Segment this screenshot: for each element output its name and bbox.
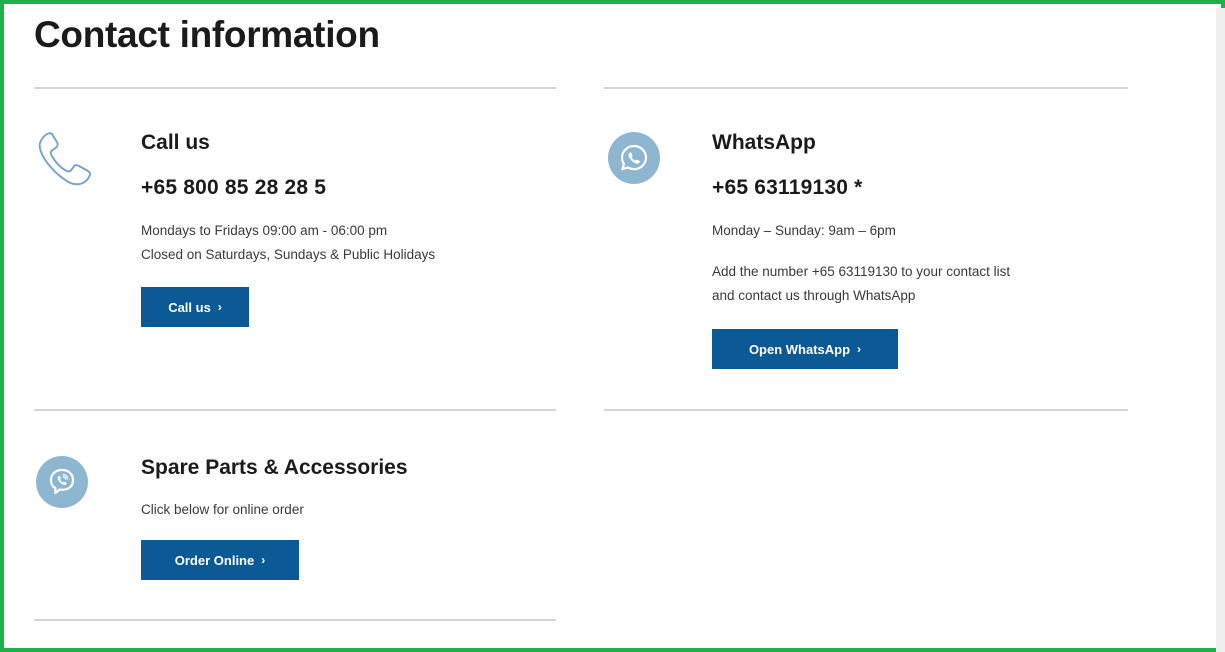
- spare-parts-description: Click below for online order: [141, 502, 304, 517]
- open-whatsapp-button[interactable]: Open WhatsApp ›: [712, 329, 898, 369]
- spare-parts-heading: Spare Parts & Accessories: [141, 456, 408, 479]
- scrollbar-track: [1216, 8, 1225, 652]
- call-us-heading: Call us: [141, 131, 210, 154]
- open-whatsapp-button-label: Open WhatsApp: [748, 341, 851, 357]
- order-online-button-label: Order Online: [174, 552, 255, 568]
- whatsapp-number: +65 63119130 *: [712, 176, 863, 199]
- call-us-button-label: Call us: [168, 299, 211, 315]
- chevron-right-icon: ›: [261, 553, 266, 567]
- order-online-button[interactable]: Order Online ›: [141, 540, 299, 580]
- viber-icon: [36, 456, 88, 508]
- phone-icon: [38, 132, 92, 186]
- whatsapp-heading: WhatsApp: [712, 131, 816, 154]
- chevron-right-icon: ›: [217, 300, 222, 314]
- viber-glyph: [49, 468, 75, 495]
- call-us-hours-line2: Closed on Saturdays, Sundays & Public Ho…: [141, 247, 436, 262]
- call-us-button[interactable]: Call us ›: [141, 287, 249, 327]
- whatsapp-hours: Monday – Sunday: 9am – 6pm: [712, 223, 896, 238]
- chevron-right-icon: ›: [857, 342, 862, 356]
- whatsapp-note-line1: Add the number +65 63119130 to your cont…: [712, 264, 1011, 279]
- call-us-number: +65 800 85 28 28 5: [141, 176, 327, 199]
- divider-top-right: [604, 87, 1128, 89]
- page-title: Contact information: [34, 14, 380, 55]
- whatsapp-note-line2: and contact us through WhatsApp: [712, 288, 916, 303]
- divider-bottom-left: [34, 619, 556, 621]
- call-us-hours-line1: Mondays to Fridays 09:00 am - 06:00 pm: [141, 223, 388, 238]
- divider-middle-left: [34, 409, 556, 411]
- divider-top-left: [34, 87, 556, 89]
- whatsapp-icon: [608, 132, 660, 184]
- divider-middle-right: [604, 409, 1128, 411]
- whatsapp-glyph: [620, 144, 648, 171]
